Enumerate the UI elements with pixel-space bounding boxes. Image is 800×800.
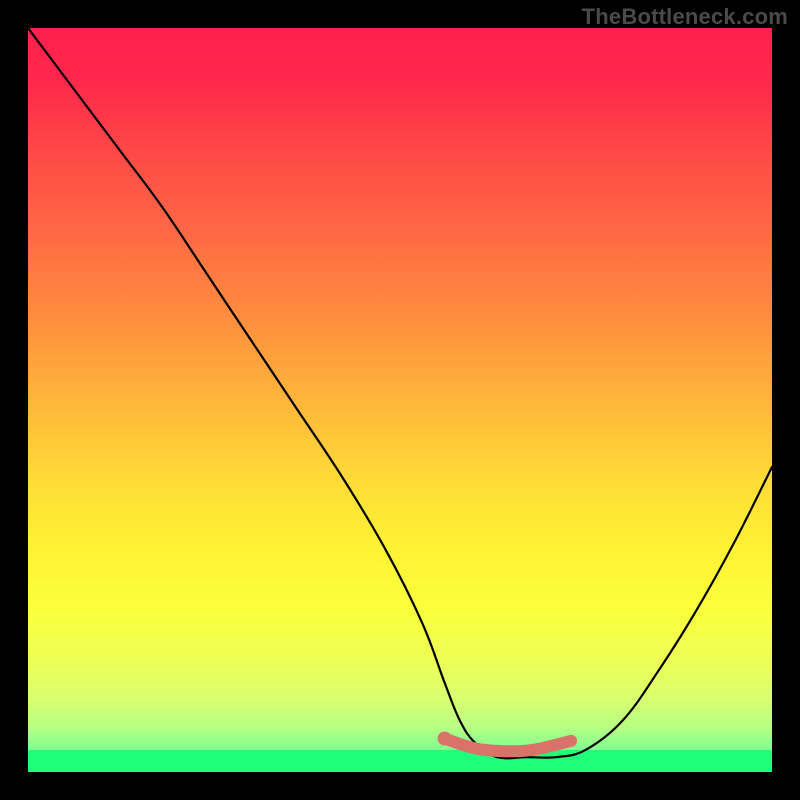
watermark-text: TheBottleneck.com: [582, 4, 788, 30]
heat-gradient-background: [28, 28, 772, 772]
plot-area: [28, 28, 772, 772]
chart-frame: TheBottleneck.com: [0, 0, 800, 800]
optimal-green-band: [28, 750, 772, 772]
